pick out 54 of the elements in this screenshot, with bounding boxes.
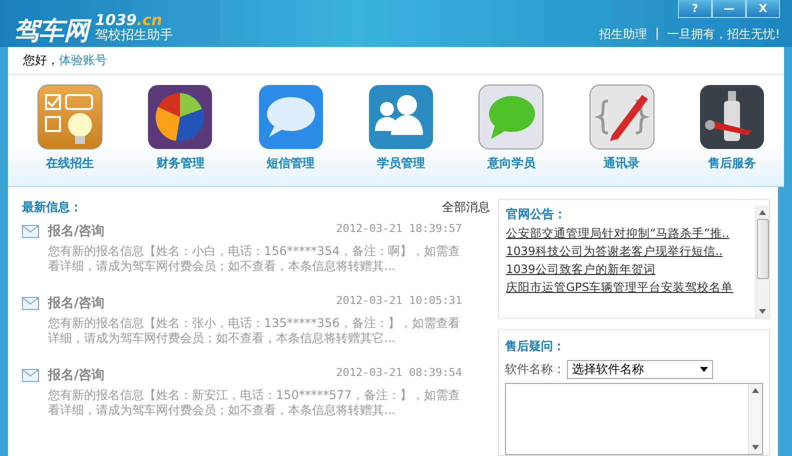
announcement-link[interactable]: 1039科技公司为答谢老客户现举行短信.. bbox=[506, 244, 755, 259]
message-subject: 报名/咨询 bbox=[48, 367, 105, 384]
checklist-bulb-icon bbox=[36, 83, 104, 151]
caret-icon bbox=[700, 367, 708, 372]
message-subject: 报名/咨询 bbox=[48, 295, 105, 312]
scrollbar[interactable] bbox=[755, 206, 769, 318]
announcement-link[interactable]: 1039公司致客户的新年贺词 bbox=[506, 262, 755, 277]
message-text: 您有新的报名信息【姓名：小白，电话：156*****354，备注：啊】，如需查看详细，请成为驾车网付费会员；如不查看，本条信息将转赠其... bbox=[48, 244, 461, 274]
message-time: 2012-03-21 08:39:54 bbox=[336, 366, 462, 381]
speech-bubble-icon bbox=[256, 83, 325, 151]
scroll-down-arrow-icon[interactable] bbox=[752, 445, 759, 450]
pie-chart-icon bbox=[146, 83, 214, 151]
section-title: 最新信息： bbox=[22, 199, 82, 216]
message-time: 2012-03-21 18:39:57 bbox=[336, 222, 462, 237]
speech-bubble-icon bbox=[477, 83, 546, 151]
help-button[interactable]: ? bbox=[678, 0, 712, 18]
message-subject: 报名/咨询 bbox=[48, 223, 105, 240]
toolbar-button[interactable]: 短信管理 bbox=[256, 83, 325, 186]
toolbar-button[interactable]: 财务管理 bbox=[146, 83, 214, 186]
account-link[interactable]: 体验账号 bbox=[59, 52, 107, 69]
toolbar-button[interactable]: 学员管理 bbox=[366, 83, 435, 186]
separator-text: | bbox=[655, 26, 660, 42]
scroll-up-arrow-icon[interactable] bbox=[752, 388, 759, 393]
section-title: 官网公告： bbox=[506, 206, 567, 223]
envelope-icon bbox=[22, 297, 39, 310]
people-icon bbox=[366, 83, 435, 151]
close-button[interactable]: X bbox=[746, 0, 780, 18]
announcement-link[interactable]: 公安部交通管理局针对抑制“马路杀手”推.. bbox=[506, 226, 755, 241]
message-text: 您有新的报名信息【姓名：新安江，电话：150*****577，备注：】，如需查看详细，请成为驾车网付费会员；如不查看，本条信息将转赠其... bbox=[48, 388, 461, 418]
field-label: 软件名称： bbox=[505, 361, 565, 378]
greeting-text: 您好， bbox=[23, 52, 59, 69]
toolbar-button[interactable]: 售后服务 bbox=[698, 83, 766, 186]
scrollbar[interactable] bbox=[748, 384, 762, 454]
slogan-link[interactable]: 招生助理 bbox=[599, 26, 648, 43]
announcement-link[interactable]: 庆阳市运管GPS车辆管理平台安装驾校名单 bbox=[506, 280, 755, 295]
envelope-icon bbox=[22, 225, 39, 238]
software-dropdown[interactable]: 选择软件名称 bbox=[567, 360, 713, 379]
brand-domain: 1039.cn bbox=[95, 12, 162, 29]
shaker-wrench-icon bbox=[698, 83, 766, 151]
scroll-down-arrow-icon[interactable] bbox=[759, 309, 766, 314]
all-messages-link[interactable]: 全部消息 bbox=[442, 199, 490, 216]
message-text: 您有新的报名信息【姓名：张小，电话：135*****356，备注：】，如需查看详细，请成为驾车网付费会员；如不查看，本条信息将转赠其它... bbox=[48, 316, 461, 346]
slogan-text: 一旦拥有，招生无忧! bbox=[667, 26, 780, 43]
logo-text: 驾车网 bbox=[14, 18, 89, 43]
message-time: 2012-03-21 10:05:31 bbox=[336, 294, 462, 309]
braces-pencil-icon bbox=[588, 83, 656, 151]
section-title: 售后疑问： bbox=[505, 338, 566, 355]
window-title: 驾校招生助手 bbox=[95, 28, 173, 43]
scroll-up-arrow-icon[interactable] bbox=[759, 210, 766, 215]
toolbar-button[interactable]: 通讯录 bbox=[588, 83, 656, 186]
toolbar-button[interactable]: 意向学员 bbox=[477, 83, 546, 186]
toolbar-button[interactable]: 在线招生 bbox=[36, 83, 104, 186]
envelope-icon bbox=[22, 369, 39, 382]
minimize-button[interactable]: — bbox=[712, 0, 746, 18]
